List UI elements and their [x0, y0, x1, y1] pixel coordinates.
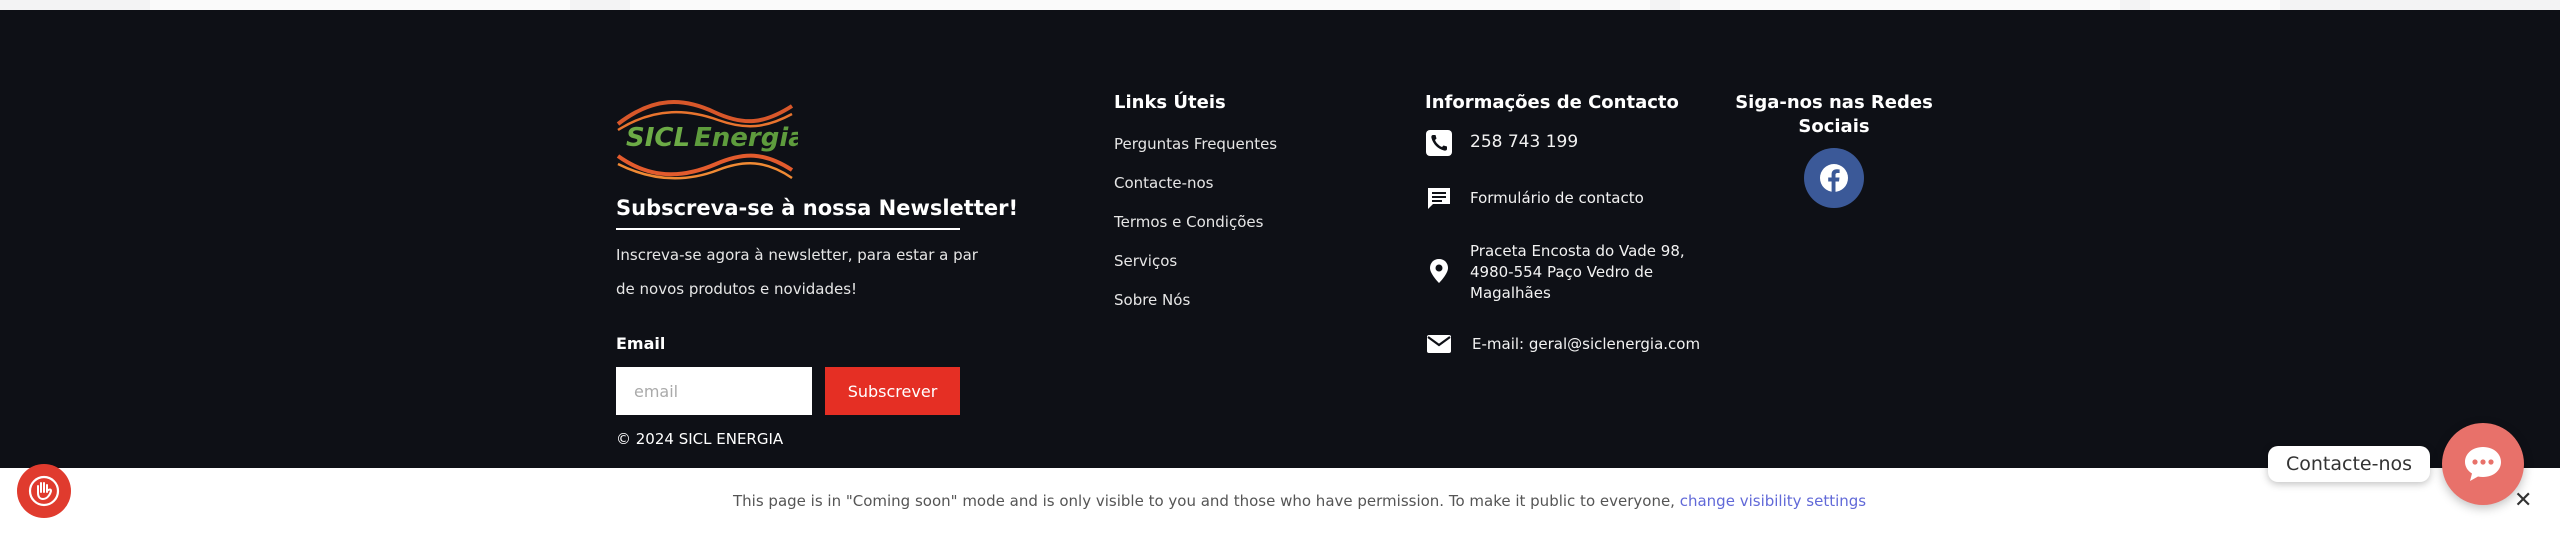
copyright-text: © 2024 SICL ENERGIA	[616, 430, 784, 448]
newsletter-title-underline	[616, 228, 960, 230]
facebook-button[interactable]	[1804, 148, 1864, 208]
site-footer: SICL Energia Subscreva-se à nossa Newsle…	[0, 10, 2560, 468]
link-termos-e-condicoes[interactable]: Termos e Condições	[1114, 213, 1263, 231]
change-visibility-link[interactable]: change visibility settings	[1680, 492, 1866, 510]
sicl-energia-logo[interactable]: SICL Energia	[614, 90, 798, 186]
coming-soon-message: This page is in "Coming soon" mode and i…	[733, 492, 1675, 510]
link-contacte-nos[interactable]: Contacte-nos	[1114, 174, 1214, 192]
subscribe-button[interactable]: Subscrever	[825, 367, 960, 415]
mail-icon	[1425, 330, 1453, 358]
link-servicos[interactable]: Serviços	[1114, 252, 1177, 270]
phone-icon	[1425, 129, 1453, 157]
contact-form-link[interactable]: Formulário de contacto	[1470, 188, 1644, 209]
email-input[interactable]	[616, 367, 812, 415]
contact-email[interactable]: E-mail: geral@siclenergia.com	[1472, 334, 1700, 355]
svg-text:Energia: Energia	[694, 123, 798, 153]
top-band-segment	[2150, 0, 2280, 10]
top-content-band	[0, 0, 2560, 10]
accessibility-badge[interactable]	[17, 464, 71, 518]
link-perguntas-frequentes[interactable]: Perguntas Frequentes	[1114, 135, 1277, 153]
chat-label[interactable]: Contacte-nos	[2268, 446, 2431, 482]
top-band-segment	[1680, 0, 2120, 10]
social-column-title: Siga-nos nas Redes Sociais	[1735, 92, 1933, 137]
hand-icon	[28, 475, 60, 507]
newsletter-description: Inscreva-se agora à newsletter, para est…	[616, 246, 978, 298]
facebook-icon	[1820, 164, 1848, 192]
close-notice-icon[interactable]: ✕	[2514, 490, 2532, 512]
svg-text:SICL: SICL	[626, 123, 690, 153]
contact-phone[interactable]: 258 743 199	[1470, 132, 1578, 153]
chat-button[interactable]	[2442, 423, 2524, 505]
location-pin-icon	[1425, 257, 1453, 285]
link-sobre-nos[interactable]: Sobre Nós	[1114, 291, 1190, 309]
chat-bubble-icon	[2465, 447, 2501, 481]
contact-address: Praceta Encosta do Vade 98, 4980-554 Paç…	[1470, 242, 1685, 302]
newsletter-title: Subscreva-se à nossa Newsletter!	[616, 196, 1019, 220]
contact-column-title: Informações de Contacto	[1425, 92, 1679, 113]
top-band-segment	[150, 0, 570, 10]
top-band-segment	[630, 0, 1650, 10]
links-column-title: Links Úteis	[1114, 92, 1226, 113]
message-icon	[1425, 185, 1453, 213]
coming-soon-notice: This page is in "Coming soon" mode and i…	[733, 492, 1866, 510]
email-label: Email	[616, 334, 666, 353]
